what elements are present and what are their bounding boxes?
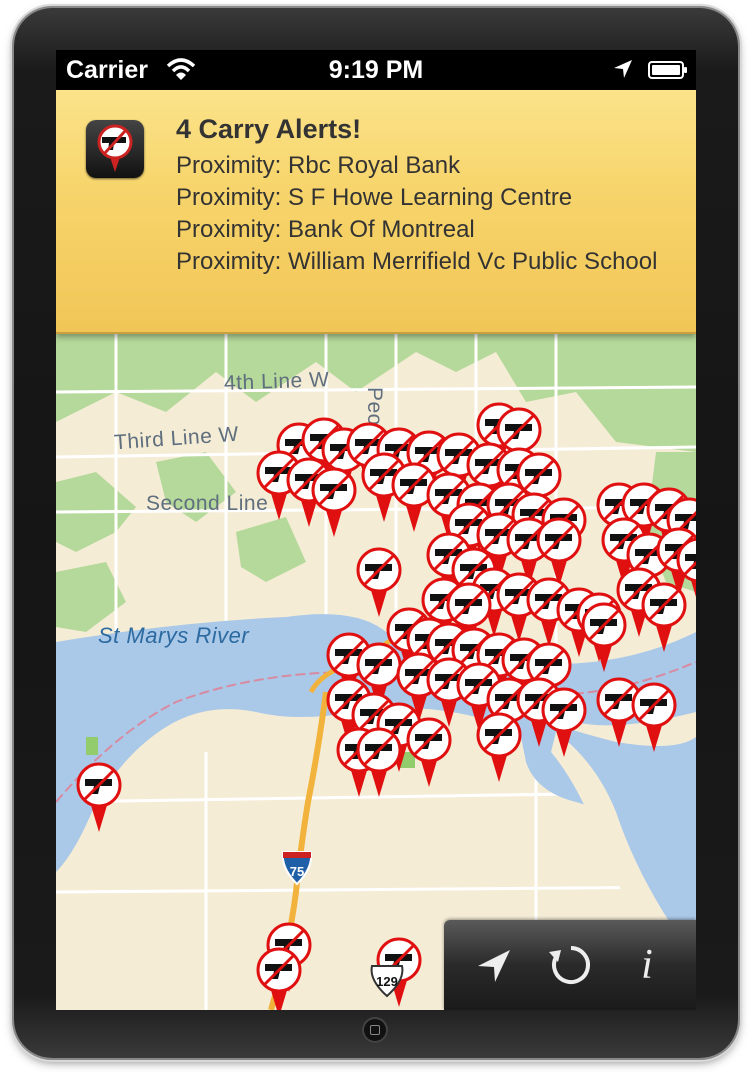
- refresh-icon[interactable]: [546, 940, 596, 990]
- home-button[interactable]: [362, 1017, 388, 1043]
- location-services-icon: [614, 60, 632, 78]
- gun-alert-pin-icon[interactable]: [641, 582, 687, 654]
- carry-alert-banner[interactable]: 4 Carry Alerts! Proximity: Rbc Royal Ban…: [56, 90, 696, 334]
- map-label-second-line: Second Line: [146, 492, 269, 515]
- route-shield-label: 129: [376, 974, 398, 989]
- alert-title: 4 Carry Alerts!: [176, 114, 362, 144]
- alert-line-3: Proximity: Bank Of Montreal: [176, 216, 475, 243]
- interstate-shield-icon: 75: [281, 851, 313, 886]
- gun-alert-pin-icon[interactable]: [76, 762, 122, 834]
- app-icon: [86, 120, 144, 178]
- gun-alert-pin-icon[interactable]: [356, 727, 402, 799]
- battery-icon: [648, 61, 687, 79]
- gun-alert-pin-icon[interactable]: [311, 467, 357, 539]
- interstate-shield-label: 75: [290, 864, 304, 879]
- alert-line-1: Proximity: Rbc Royal Bank: [176, 152, 461, 179]
- location-arrow-icon[interactable]: [470, 940, 520, 990]
- map-label-peoples: Peo: [363, 387, 386, 426]
- screen: Carrier 9:19 PM 4th Line W Third Line W …: [56, 50, 696, 1010]
- info-button[interactable]: i: [622, 940, 672, 990]
- gun-alert-pin-icon[interactable]: [406, 717, 452, 789]
- alert-lines: Proximity: Rbc Royal Bank Proximity: S F…: [176, 150, 666, 278]
- route-shield-icon: 129: [370, 965, 404, 998]
- gun-pin-icon: [97, 124, 133, 172]
- alert-line-4: Proximity: William Merrifield Vc Public …: [176, 248, 658, 275]
- map-label-4th-line: 4th Line W: [223, 368, 330, 395]
- gun-alert-pin-icon[interactable]: [581, 602, 627, 674]
- map-toolbar: i: [444, 920, 696, 1010]
- status-bar: Carrier 9:19 PM: [56, 50, 696, 90]
- map-label-river: St Marys River: [98, 623, 250, 648]
- gun-alert-pin-icon[interactable]: [631, 682, 677, 754]
- gun-alert-pin-icon[interactable]: [476, 712, 522, 784]
- map-view[interactable]: 4th Line W Third Line W Second Line Peo …: [56, 332, 696, 1010]
- alert-line-2: Proximity: S F Howe Learning Centre: [176, 184, 573, 211]
- gun-alert-pin-icon[interactable]: [541, 687, 587, 759]
- gun-alert-pin-icon[interactable]: [256, 947, 302, 1010]
- clock: 9:19 PM: [328, 56, 424, 84]
